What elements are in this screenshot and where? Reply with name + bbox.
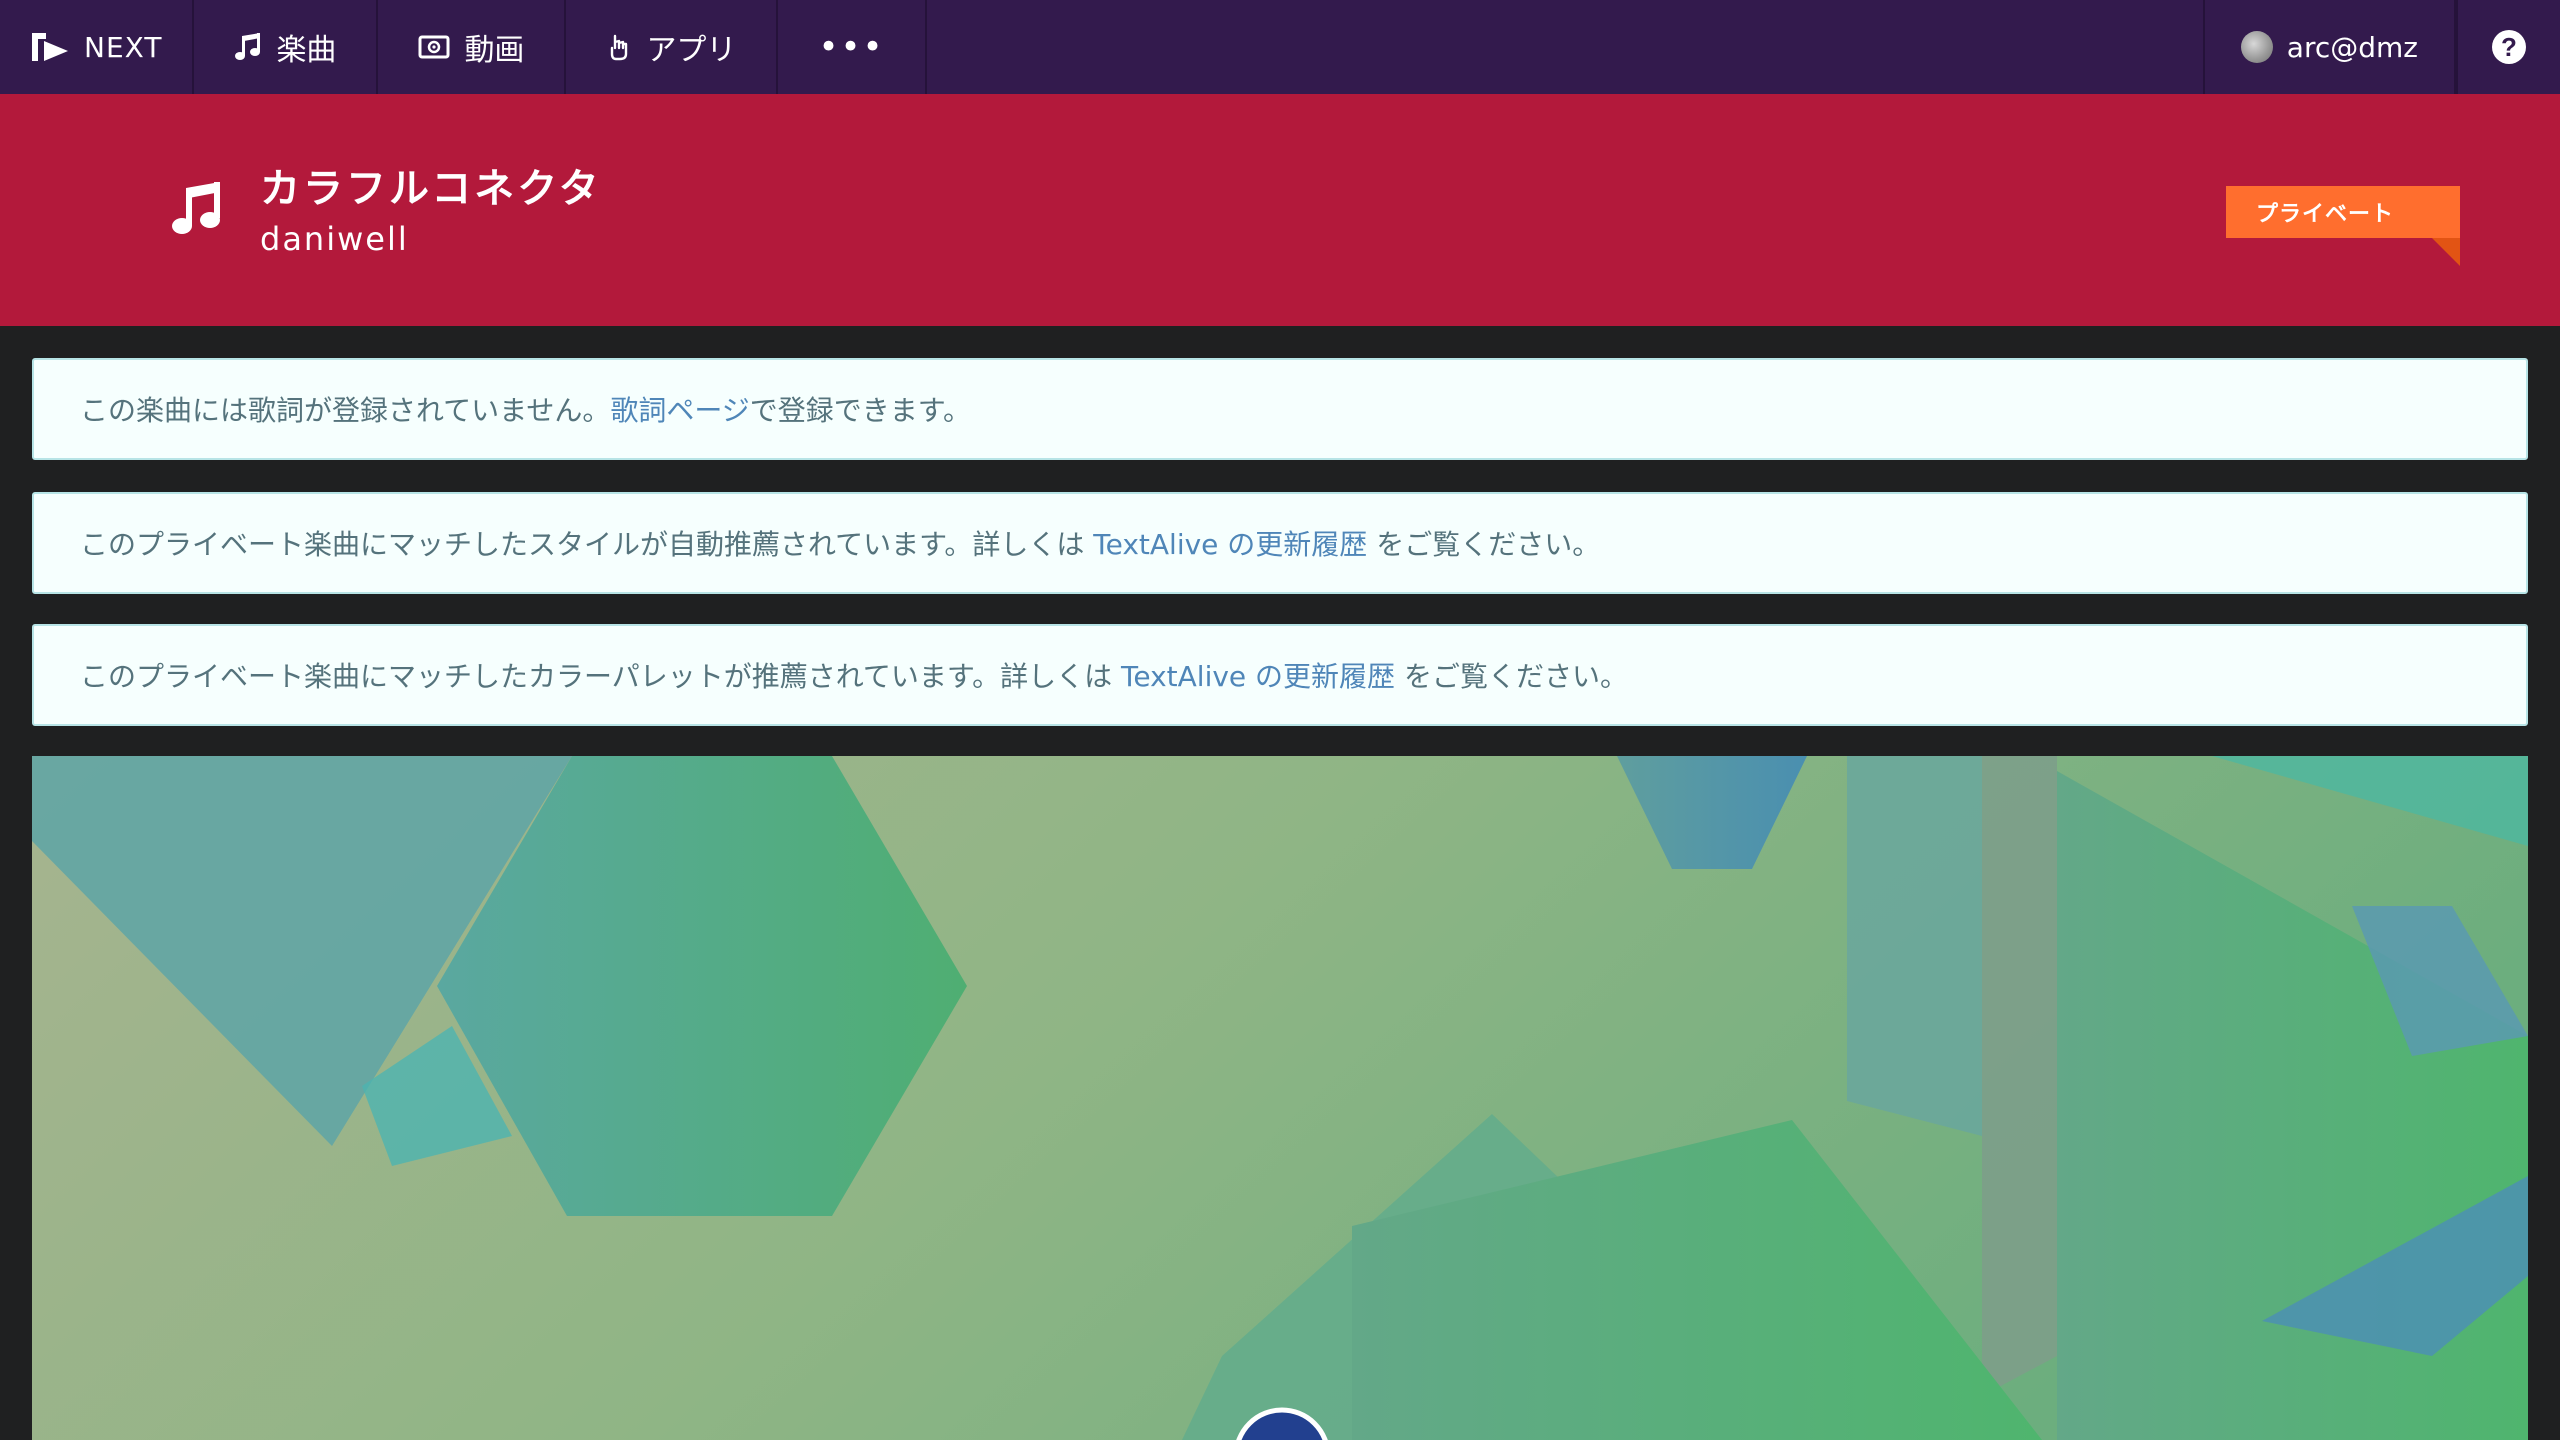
nav-brand-next[interactable]: NEXT <box>0 0 195 94</box>
nav-help-button[interactable]: ? <box>2456 0 2560 94</box>
nav-songs[interactable]: 楽曲 <box>194 0 379 94</box>
app-hand-icon <box>606 32 632 62</box>
notice-text: この楽曲には歌詞が登録されていません。歌詞ページで登録できます。 <box>80 389 971 429</box>
notice-text-before: この楽曲には歌詞が登録されていません。 <box>80 394 611 427</box>
changelog-link[interactable]: TextAlive の更新履歴 <box>1093 528 1367 561</box>
avatar <box>2240 31 2273 63</box>
nav-brand-label: NEXT <box>84 30 163 64</box>
nav-videos[interactable]: 動画 <box>378 0 567 94</box>
notice-text-before: このプライベート楽曲にマッチしたカラーパレットが推薦されています。詳しくは <box>80 660 1121 693</box>
nav-more-button[interactable]: ••• <box>778 0 927 94</box>
top-navigation: NEXT 楽曲 動画 アプリ ••• arc@dmz ? <box>0 0 2560 94</box>
song-artist[interactable]: daniwell <box>260 220 409 258</box>
nav-user-menu[interactable]: arc@dmz <box>2202 0 2456 94</box>
changelog-link[interactable]: TextAlive の更新履歴 <box>1121 660 1395 693</box>
notice-style-recommended: このプライベート楽曲にマッチしたスタイルが自動推薦されています。詳しくは Tex… <box>32 492 2528 594</box>
song-title: カラフルコネクタ <box>260 166 602 212</box>
video-preview-artwork[interactable] <box>32 756 2528 1440</box>
user-name: arc@dmz <box>2286 30 2418 64</box>
music-note-icon <box>170 180 224 242</box>
badge-fold <box>2432 238 2460 266</box>
music-note-icon <box>234 32 262 62</box>
notice-text-after: をご覧ください。 <box>1395 660 1628 693</box>
notice-text-after: で登録できます。 <box>749 394 971 427</box>
help-circle-icon: ? <box>2492 30 2526 64</box>
textalive-logo-icon <box>30 29 70 65</box>
nav-apps[interactable]: アプリ <box>566 0 779 94</box>
notice-text-before: このプライベート楽曲にマッチしたスタイルが自動推薦されています。詳しくは <box>80 528 1094 561</box>
notice-no-lyrics: この楽曲には歌詞が登録されていません。歌詞ページで登録できます。 <box>32 358 2528 460</box>
more-icon: ••• <box>818 27 885 67</box>
nav-apps-label: アプリ <box>646 33 737 68</box>
notice-palette-recommended: このプライベート楽曲にマッチしたカラーパレットが推薦されています。詳しくは Te… <box>32 624 2528 726</box>
video-icon <box>418 34 450 60</box>
nav-videos-label: 動画 <box>464 33 525 68</box>
song-header: カラフルコネクタ daniwell プライベート <box>0 94 2560 326</box>
private-badge: プライベート <box>2226 186 2460 238</box>
notice-text: このプライベート楽曲にマッチしたカラーパレットが推薦されています。詳しくは Te… <box>80 655 1628 695</box>
lyrics-page-link[interactable]: 歌詞ページ <box>610 394 749 427</box>
notice-text: このプライベート楽曲にマッチしたスタイルが自動推薦されています。詳しくは Tex… <box>80 523 1600 563</box>
notice-text-after: をご覧ください。 <box>1367 528 1601 561</box>
nav-songs-label: 楽曲 <box>276 33 337 68</box>
